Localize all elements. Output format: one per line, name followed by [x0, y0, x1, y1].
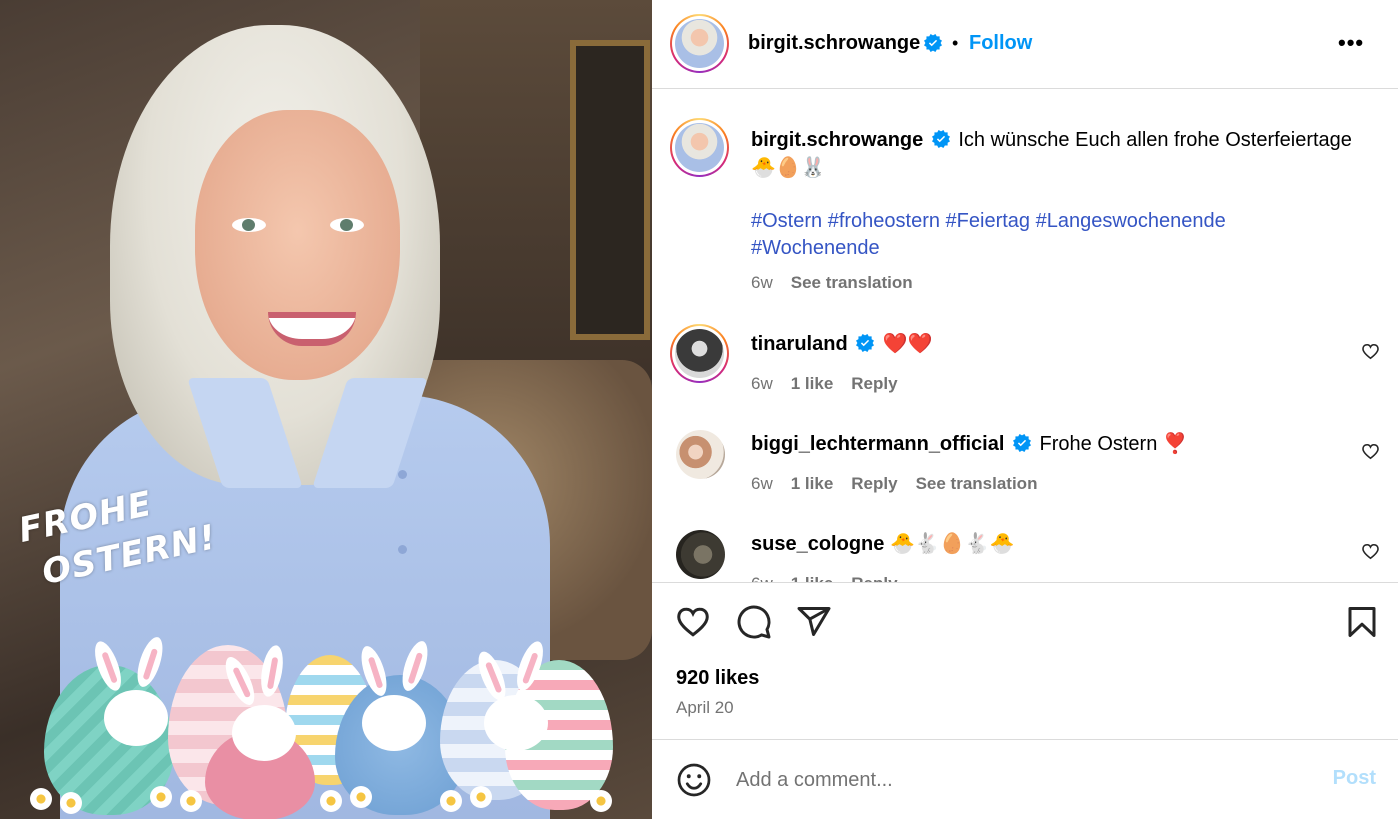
reply-button[interactable]: Reply [851, 474, 897, 493]
comment-text: tinaruland ❤️❤️ [751, 330, 933, 358]
comment-meta: 6w 1 like Reply See translation [751, 474, 1037, 494]
reply-button[interactable]: Reply [851, 574, 897, 582]
comment-body: Frohe Ostern ❣️ [1039, 433, 1188, 455]
post-header: birgit.schrowange • Follow ••• [652, 0, 1398, 89]
flower [320, 790, 342, 812]
comment-input[interactable] [736, 764, 1296, 796]
reply-button[interactable]: Reply [851, 374, 897, 393]
verified-icon [931, 130, 950, 148]
comment-likes[interactable]: 1 like [791, 374, 834, 393]
caption-body: Ich wünsche Euch allen frohe Osterfeiert… [958, 129, 1352, 151]
bookmark-icon[interactable] [1344, 604, 1380, 640]
likes-count[interactable]: 920 likes [676, 667, 759, 690]
hashtags-line[interactable]: #Ostern #froheostern #Feiertag #Langeswo… [751, 208, 1371, 235]
shirt-button [398, 470, 407, 479]
flower [440, 790, 462, 812]
separator-dot: • [952, 33, 959, 53]
see-translation-link[interactable]: See translation [791, 273, 913, 292]
post-date[interactable]: April 20 [676, 698, 734, 718]
eye-left [232, 218, 266, 232]
avatar [675, 329, 724, 378]
caption-meta: 6w See translation [751, 273, 913, 293]
comment-icon[interactable] [736, 604, 772, 640]
comment-username[interactable]: suse_cologne [751, 533, 884, 555]
see-translation-link[interactable]: See translation [916, 474, 1038, 493]
post-detail-pane: birgit.schrowange • Follow ••• birgit.sc… [652, 0, 1398, 819]
flower [150, 786, 172, 808]
caption-username[interactable]: birgit.schrowange [751, 129, 923, 151]
caption-avatar-ring[interactable] [670, 118, 729, 177]
comment-text: suse_cologne 🐣🐇🥚🐇🐣 [751, 530, 1014, 558]
hashtags-line[interactable]: #Wochenende [751, 235, 1371, 262]
comment-avatar[interactable] [676, 430, 725, 479]
flower [470, 786, 492, 808]
comment-username[interactable]: tinaruland [751, 333, 848, 355]
more-options-icon[interactable]: ••• [1338, 30, 1364, 56]
bunny [104, 690, 168, 746]
flower [350, 786, 372, 808]
flower [60, 792, 82, 814]
flower [180, 790, 202, 812]
avatar-ring[interactable] [670, 14, 729, 73]
comment-meta: 6w 1 like Reply [751, 574, 898, 582]
post-image[interactable]: FROHE OSTERN! [0, 0, 652, 819]
share-icon[interactable] [796, 604, 832, 640]
header-username[interactable]: birgit.schrowange [748, 32, 920, 55]
comment-avatar[interactable] [676, 530, 725, 579]
comment-body: ❤️❤️ [882, 333, 933, 355]
follow-button[interactable]: Follow [969, 32, 1032, 55]
comment-like-heart-icon[interactable] [1361, 542, 1380, 561]
verified-icon [924, 34, 942, 52]
comment-age: 6w [751, 374, 773, 393]
comments-section[interactable]: birgit.schrowange Ich wünsche Euch allen… [652, 90, 1398, 582]
comment-age: 6w [751, 574, 773, 582]
bunny [484, 695, 548, 751]
caption-hashtags[interactable]: #Ostern #froheostern #Feiertag #Langeswo… [751, 208, 1371, 262]
comment-body: 🐣🐇🥚🐇🐣 [889, 533, 1015, 555]
eye-right [330, 218, 364, 232]
shirt-button [398, 545, 407, 554]
heart-icon[interactable] [675, 604, 711, 640]
add-comment-bar: Post [652, 739, 1398, 819]
bunny [362, 695, 426, 751]
flower [590, 790, 612, 812]
verified-icon [1012, 434, 1031, 452]
caption-age: 6w [751, 273, 773, 292]
comment-like-heart-icon[interactable] [1361, 442, 1380, 461]
comment-username[interactable]: biggi_lechtermann_official [751, 433, 1004, 455]
smiley-icon[interactable] [676, 762, 712, 798]
picture-frame [570, 40, 650, 340]
avatar [675, 19, 724, 68]
comment-like-heart-icon[interactable] [1361, 342, 1380, 361]
avatar [675, 123, 724, 172]
verified-icon [856, 334, 875, 352]
comment-avatar-ring[interactable] [670, 324, 729, 383]
caption-emojis: 🐣🥚🐰 [751, 157, 826, 179]
bunny [232, 705, 296, 761]
post-button[interactable]: Post [1333, 767, 1376, 790]
post-actions: 920 likes April 20 [652, 582, 1398, 739]
comment-text: biggi_lechtermann_official Frohe Ostern … [751, 430, 1188, 458]
comment-age: 6w [751, 474, 773, 493]
comment-likes[interactable]: 1 like [791, 474, 834, 493]
flower [30, 788, 52, 810]
caption-text: birgit.schrowange Ich wünsche Euch allen… [751, 126, 1381, 182]
comment-likes[interactable]: 1 like [791, 574, 834, 582]
comment-meta: 6w 1 like Reply [751, 374, 898, 394]
